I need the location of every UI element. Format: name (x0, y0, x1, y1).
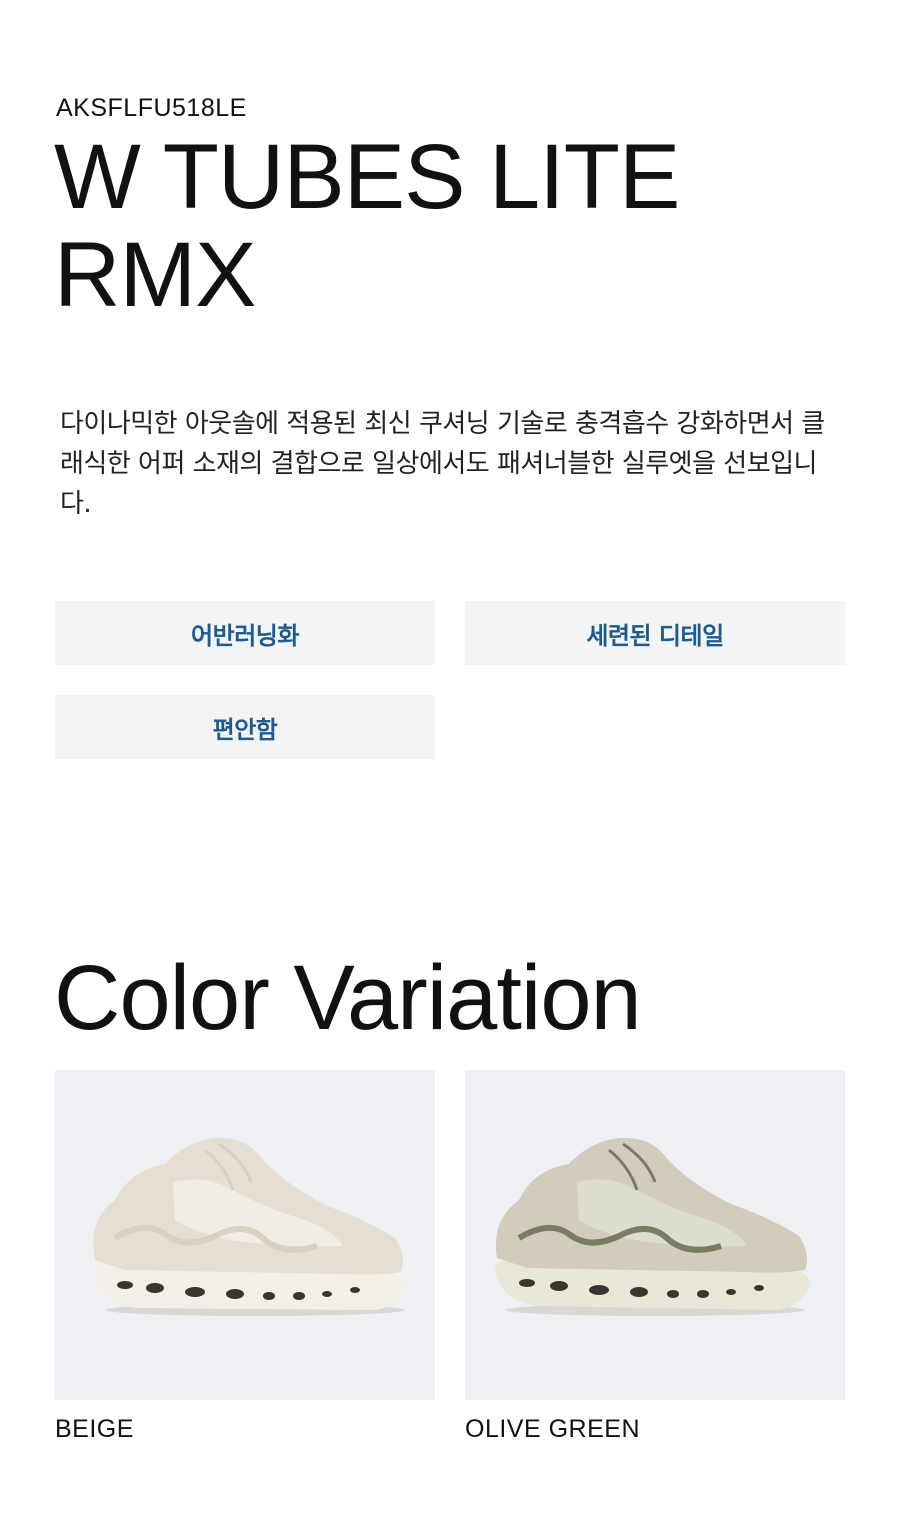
product-description: 다이나믹한 아웃솔에 적용된 최신 쿠셔닝 기술로 충격흡수 강화하면서 클래식… (60, 409, 825, 519)
product-sku: AKSFLFU518LE (56, 94, 247, 122)
color-name-olive-green: OLIVE GREEN (465, 1415, 640, 1443)
color-option-olive-green[interactable]: OLIVE GREEN (465, 1070, 845, 1444)
tag-comfort: 편안함 (55, 695, 435, 759)
color-option-beige[interactable]: BEIGE (55, 1070, 435, 1444)
sneaker-olive-image (465, 1070, 845, 1400)
tag-refined-detail: 세련된 디테일 (465, 601, 845, 665)
color-variation-heading: Color Variation (54, 947, 642, 1049)
color-name-beige: BEIGE (55, 1415, 134, 1443)
sneaker-beige-image (55, 1070, 435, 1400)
product-title: W TUBES LITE RMX (54, 126, 680, 326)
tag-urban-running: 어반러닝화 (55, 601, 435, 665)
